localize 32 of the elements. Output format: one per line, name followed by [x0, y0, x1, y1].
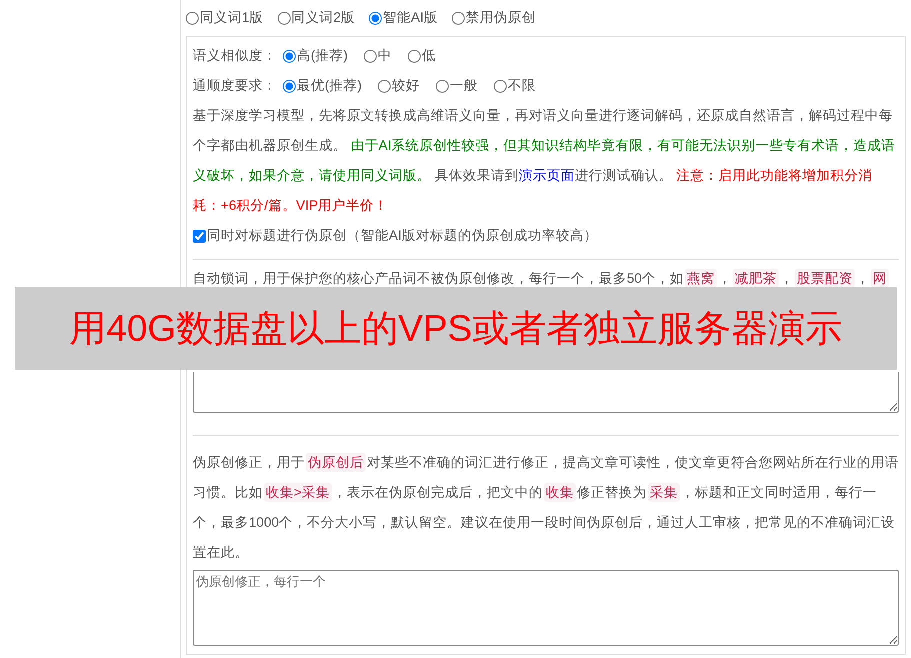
radio-button[interactable] — [436, 80, 450, 92]
setting-option[interactable]: 低 — [408, 47, 436, 65]
radio-button[interactable] — [283, 50, 296, 62]
radio-button[interactable] — [278, 12, 291, 24]
radio-button[interactable] — [369, 12, 382, 24]
mode-option[interactable]: 智能AI版 — [369, 9, 438, 27]
locked-words-field[interactable] — [193, 372, 899, 413]
setting-option[interactable]: 高(推荐) — [283, 47, 348, 65]
setting-option[interactable]: 较好 — [378, 77, 420, 95]
ai-description: 基于深度学习模型，先将原文转换成高维语义向量，再对语义向量进行逐词解码，还原成自然语言，解码过程中每个字都由机器原创生成。 由于AI系统原创性较强，但其知识结构毕竟有限，有可能无法识别一些专有术语，造成语义破坏，如果介意，请使用同义词版。 具体效果请到演示页面进行测试确认。 注意：启用此功能将增加积分消耗：+6积分/篇。VIP用户半价！ — [193, 107, 897, 215]
radio-button[interactable] — [408, 50, 422, 62]
radio-button[interactable] — [364, 50, 378, 62]
setting-option[interactable]: 中 — [364, 47, 392, 65]
setting-option[interactable]: 最优(推荐) — [283, 77, 362, 95]
radio-button[interactable] — [186, 12, 199, 24]
corrections-description: 伪原创修正，用于 伪原创后 对某些不准确的词汇进行修正，提高文章可读性，使文章更符合您网站所在行业的用语习惯。比如 收集>采集 ，表示在伪原创完成后，把文中的 收集 修正替换为 采集 ，标题和正文同时适用，每行一个，最多1000个，不分大小写，默认留空。建议在使用一段时间伪原创后，通过人工审核，把常见的不准确词汇设置在此。 — [193, 452, 899, 562]
mode-option[interactable]: 同义词1版 — [186, 9, 264, 27]
setting-option[interactable]: 一般 — [436, 77, 478, 95]
corrections-field[interactable]: 伪原创修正，每行一个 — [193, 570, 899, 646]
overlay-banner: 用40G数据盘以上的VPS或者者独立服务器演示 — [15, 287, 897, 370]
mode-option[interactable]: 禁用伪原创 — [452, 9, 536, 27]
setting-option[interactable]: 不限 — [494, 77, 536, 95]
radio-button[interactable] — [283, 80, 296, 92]
radio-button[interactable] — [378, 80, 392, 92]
title-checkbox[interactable]: 同时对标题进行伪原创（智能AI版对标题的伪原创成功率较高） — [193, 221, 598, 251]
demo-page-link[interactable]: 演示页面 — [518, 168, 575, 183]
radio-button[interactable] — [452, 12, 465, 24]
mode-option[interactable]: 同义词2版 — [278, 9, 356, 27]
setting-label: 通顺度要求： — [193, 77, 277, 95]
checkbox[interactable] — [193, 230, 206, 242]
setting-label: 语义相似度： — [193, 47, 277, 65]
radio-button[interactable] — [494, 80, 508, 92]
